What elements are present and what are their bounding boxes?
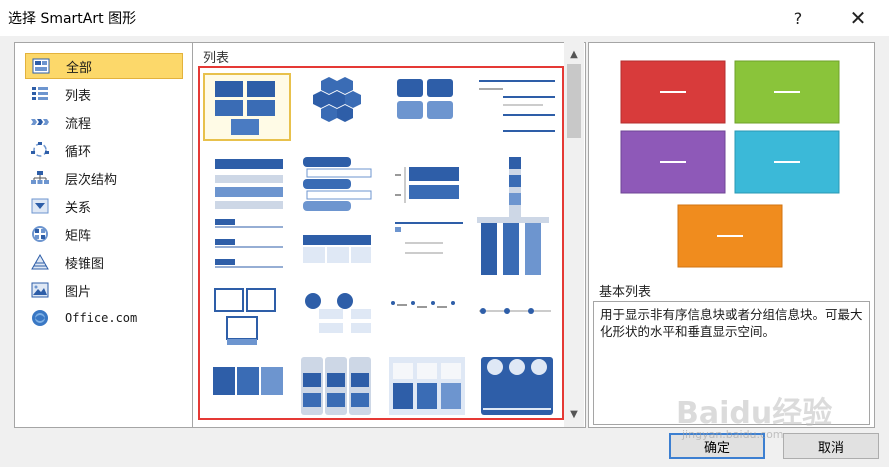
category-label: 棱锥图 xyxy=(65,256,105,272)
layout-gallery: 列表 xyxy=(193,42,586,428)
process-icon xyxy=(29,113,51,131)
category-label: 全部 xyxy=(66,60,93,76)
description-box: 用于显示非有序信息块或者分组信息块。可最大化形状的水平和垂直显示空间。 xyxy=(593,301,870,425)
layout-dotted-timeline-list[interactable] xyxy=(383,283,471,351)
scroll-up-icon[interactable]: ▲ xyxy=(564,46,584,62)
layout-circle-bullet-list[interactable] xyxy=(293,283,381,351)
layout-lined-bullet-list[interactable] xyxy=(203,213,291,281)
layout-tab-list[interactable] xyxy=(203,353,291,421)
scroll-thumb[interactable] xyxy=(567,64,581,138)
layout-basic-block-list[interactable] xyxy=(203,73,291,141)
layout-vertical-chevron-list[interactable] xyxy=(473,153,561,221)
preview-graphic xyxy=(620,60,840,268)
category-pyramid[interactable]: 棱锥图 xyxy=(25,249,183,275)
category-all[interactable]: 全部 xyxy=(25,53,183,79)
hierarchy-icon xyxy=(29,169,51,187)
gallery-scrollbar[interactable]: ▲ ▼ xyxy=(564,42,584,427)
cycle-icon xyxy=(29,141,51,159)
layout-vertical-bracket-list[interactable] xyxy=(383,153,471,221)
category-label: 图片 xyxy=(65,284,92,300)
category-label: Office.com xyxy=(65,311,138,325)
title-bar: 选择 SmartArt 图形 ? ✕ xyxy=(0,0,889,36)
layout-table-list[interactable] xyxy=(293,213,381,281)
layout-picture-list[interactable] xyxy=(473,353,561,421)
category-label: 循环 xyxy=(65,144,92,160)
category-hierarchy[interactable]: 层次结构 xyxy=(25,165,183,191)
list-icon xyxy=(29,85,51,103)
gallery-grid xyxy=(199,67,561,417)
category-label: 层次结构 xyxy=(65,172,118,188)
preview-title: 基本列表 xyxy=(599,285,652,300)
category-picture[interactable]: 图片 xyxy=(25,277,183,303)
category-list: 全部 列表 流程 循环 层次结构 关系 矩阵 棱锥图 图片 Office.com xyxy=(14,42,193,428)
category-label: 矩阵 xyxy=(65,228,92,244)
layout-lined-list[interactable] xyxy=(383,73,471,141)
layout-hexagon-cluster[interactable] xyxy=(293,73,381,141)
gallery-header: 列表 xyxy=(203,51,230,66)
matrix-icon xyxy=(29,225,51,243)
cancel-button[interactable]: 取消 xyxy=(783,433,879,459)
layout-picture-caption-list[interactable] xyxy=(203,283,291,351)
help-button[interactable]: ? xyxy=(775,0,821,36)
category-label: 关系 xyxy=(65,200,92,216)
picture-icon xyxy=(29,281,51,299)
category-label: 流程 xyxy=(65,116,92,132)
category-relationship[interactable]: 关系 xyxy=(25,193,183,219)
layout-target-list[interactable] xyxy=(383,213,471,281)
category-cycle[interactable]: 循环 xyxy=(25,137,183,163)
layout-horizontal-bullet-list[interactable] xyxy=(473,73,561,141)
pyramid-icon xyxy=(29,253,51,271)
category-office[interactable]: Office.com xyxy=(25,305,183,331)
ok-button[interactable]: 确定 xyxy=(669,433,765,459)
layout-stacked-list[interactable] xyxy=(203,153,291,221)
category-label: 列表 xyxy=(65,88,92,104)
relationship-icon xyxy=(29,197,51,215)
category-list-item[interactable]: 列表 xyxy=(25,81,183,107)
office-icon xyxy=(29,309,51,327)
layout-vertical-box-list[interactable] xyxy=(473,213,561,281)
scroll-down-icon[interactable]: ▼ xyxy=(564,406,584,422)
window-title: 选择 SmartArt 图形 xyxy=(8,11,137,27)
layout-grouped-list[interactable] xyxy=(293,353,381,421)
layout-hierarchy-list[interactable] xyxy=(383,353,471,421)
close-button[interactable]: ✕ xyxy=(835,0,881,36)
layout-accent-process-list[interactable] xyxy=(473,283,561,351)
all-icon xyxy=(30,57,52,75)
description-text: 用于显示非有序信息块或者分组信息块。可最大化形状的水平和垂直显示空间。 xyxy=(600,307,863,339)
layout-trapezoid-list[interactable] xyxy=(293,153,381,221)
preview-panel: 基本列表 用于显示非有序信息块或者分组信息块。可最大化形状的水平和垂直显示空间。 xyxy=(588,42,875,428)
category-matrix[interactable]: 矩阵 xyxy=(25,221,183,247)
category-process[interactable]: 流程 xyxy=(25,109,183,135)
